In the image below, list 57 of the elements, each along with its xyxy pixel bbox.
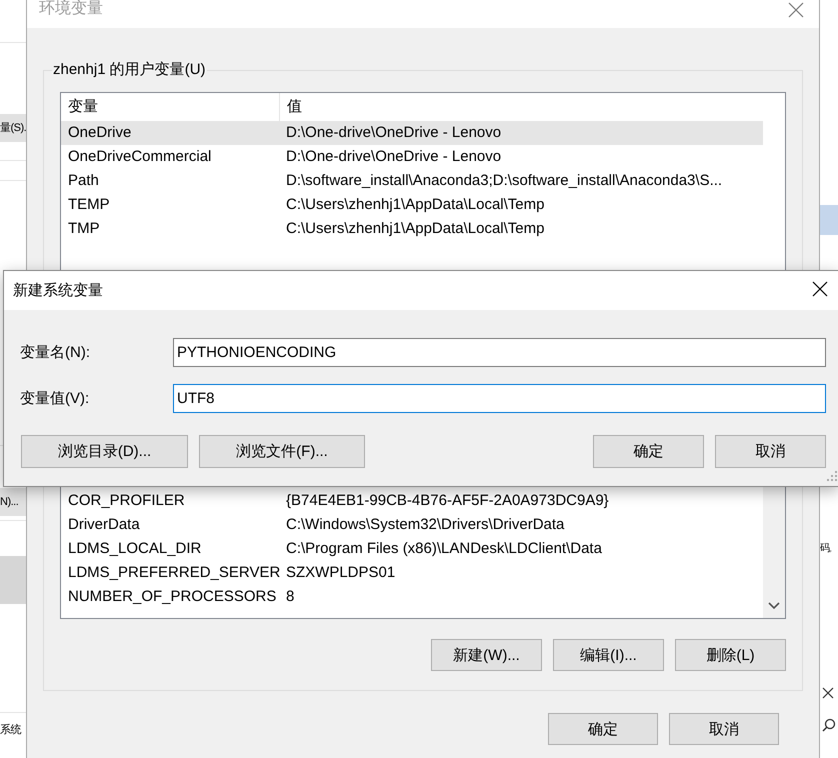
field-label: 变量值(V): bbox=[20, 389, 90, 408]
list-row[interactable]: LDMS_PREFERRED_SERVER SZXWPLDPS01 bbox=[61, 561, 763, 585]
table-cell-text: LDMS_PREFERRED_SERVER bbox=[67, 563, 279, 583]
dialog-button[interactable]: 取消 bbox=[715, 435, 826, 468]
button-label[interactable]: 量(S). bbox=[0, 114, 27, 142]
table-cell-text: C:\Program Files (x86)\LANDesk\LDClient\Data bbox=[285, 539, 603, 559]
button-background bbox=[0, 556, 27, 604]
resize-grip-icon[interactable] bbox=[827, 471, 837, 481]
action-button[interactable]: 新建(W)... bbox=[431, 639, 542, 671]
table-cell-text: COR_PROFILER bbox=[67, 491, 186, 511]
table-cell-text: D:\software_install\Anaconda3;D:\software_install\Anaconda3\S... bbox=[285, 171, 724, 191]
table-cell-text: C:\Users\zhenhj1\AppData\Local\Temp bbox=[285, 195, 546, 215]
list-row[interactable]: Path D:\software_install\Anaconda3;D:\software_install\Anaconda3\S... bbox=[61, 169, 763, 193]
table-cell-text: {B74E4EB1-99CB-4B76-AF5F-2A0A973DC9A9} bbox=[285, 491, 610, 511]
group-title: zhenhj1 的用户变量(U) bbox=[52, 60, 207, 80]
button-label[interactable]: N)... bbox=[0, 488, 27, 516]
list-row[interactable]: OneDriveCommercial D:\One-drive\OneDrive - Lenovo bbox=[61, 145, 763, 169]
dialog-button[interactable]: 取消 bbox=[669, 713, 779, 745]
table-cell-text: D:\One-drive\OneDrive - Lenovo bbox=[285, 123, 502, 143]
list-row[interactable]: COR_PROFILER {B74E4EB1-99CB-4B76-AF5F-2A0A973DC9A9} bbox=[61, 489, 763, 513]
table-cell-text: 8 bbox=[285, 587, 296, 607]
table-cell-text: SZXWPLDPS01 bbox=[285, 563, 396, 583]
list-row[interactable]: OneDrive D:\One-drive\OneDrive - Lenovo bbox=[61, 121, 763, 145]
list-row[interactable]: TEMP C:\Users\zhenhj1\AppData\Local\Temp bbox=[61, 193, 763, 217]
list-row[interactable]: TMP C:\Users\zhenhj1\AppData\Local\Temp bbox=[61, 217, 763, 241]
column-header[interactable]: 变量 bbox=[61, 93, 279, 121]
list-row[interactable]: DriverData C:\Windows\System32\Drivers\DriverData bbox=[61, 513, 763, 537]
search-icon[interactable] bbox=[822, 718, 836, 732]
list-row[interactable]: NUMBER_OF_PROCESSORS 8 bbox=[61, 585, 763, 609]
scroll-down-icon[interactable] bbox=[768, 602, 780, 610]
dialog-button[interactable]: 确定 bbox=[593, 435, 704, 468]
dialog-title: 新建系统变量 bbox=[13, 281, 103, 300]
table-cell-text: TMP bbox=[67, 219, 101, 239]
action-button[interactable]: 编辑(I)... bbox=[553, 639, 664, 671]
table-cell-text: NUMBER_OF_PROCESSORS bbox=[67, 587, 278, 607]
selection-bar bbox=[820, 205, 838, 235]
table-cell-text: OneDrive bbox=[67, 123, 132, 143]
table-cell-text: TEMP bbox=[67, 195, 111, 215]
close-icon[interactable] bbox=[812, 280, 828, 296]
action-button[interactable]: 删除(L) bbox=[675, 639, 786, 671]
browse-button[interactable]: 浏览目录(D)... bbox=[21, 435, 188, 468]
browse-button[interactable]: 浏览文件(F)... bbox=[199, 435, 365, 468]
field-label: 变量名(N): bbox=[20, 343, 91, 362]
list-row[interactable]: LDMS_LOCAL_DIR C:\Program Files (x86)\LANDesk\LDClient\Data bbox=[61, 537, 763, 561]
input-field[interactable]: PYTHONIOENCODING bbox=[173, 338, 826, 367]
input-field[interactable]: UTF8 bbox=[173, 384, 826, 413]
table-cell-text: Path bbox=[67, 171, 100, 191]
table-cell-text: C:\Users\zhenhj1\AppData\Local\Temp bbox=[285, 219, 546, 239]
text-fragment: 码。 bbox=[820, 542, 836, 555]
dialog-button[interactable]: 确定 bbox=[548, 713, 658, 745]
label-text: 系统 bbox=[0, 722, 21, 738]
close-icon[interactable] bbox=[822, 687, 834, 699]
table-cell-text: C:\Windows\System32\Drivers\DriverData bbox=[285, 515, 566, 535]
table-cell-text: DriverData bbox=[67, 515, 141, 535]
table-cell-text: LDMS_LOCAL_DIR bbox=[67, 539, 202, 559]
table-cell-text: D:\One-drive\OneDrive - Lenovo bbox=[285, 147, 502, 167]
table-cell-text: OneDriveCommercial bbox=[67, 147, 212, 167]
